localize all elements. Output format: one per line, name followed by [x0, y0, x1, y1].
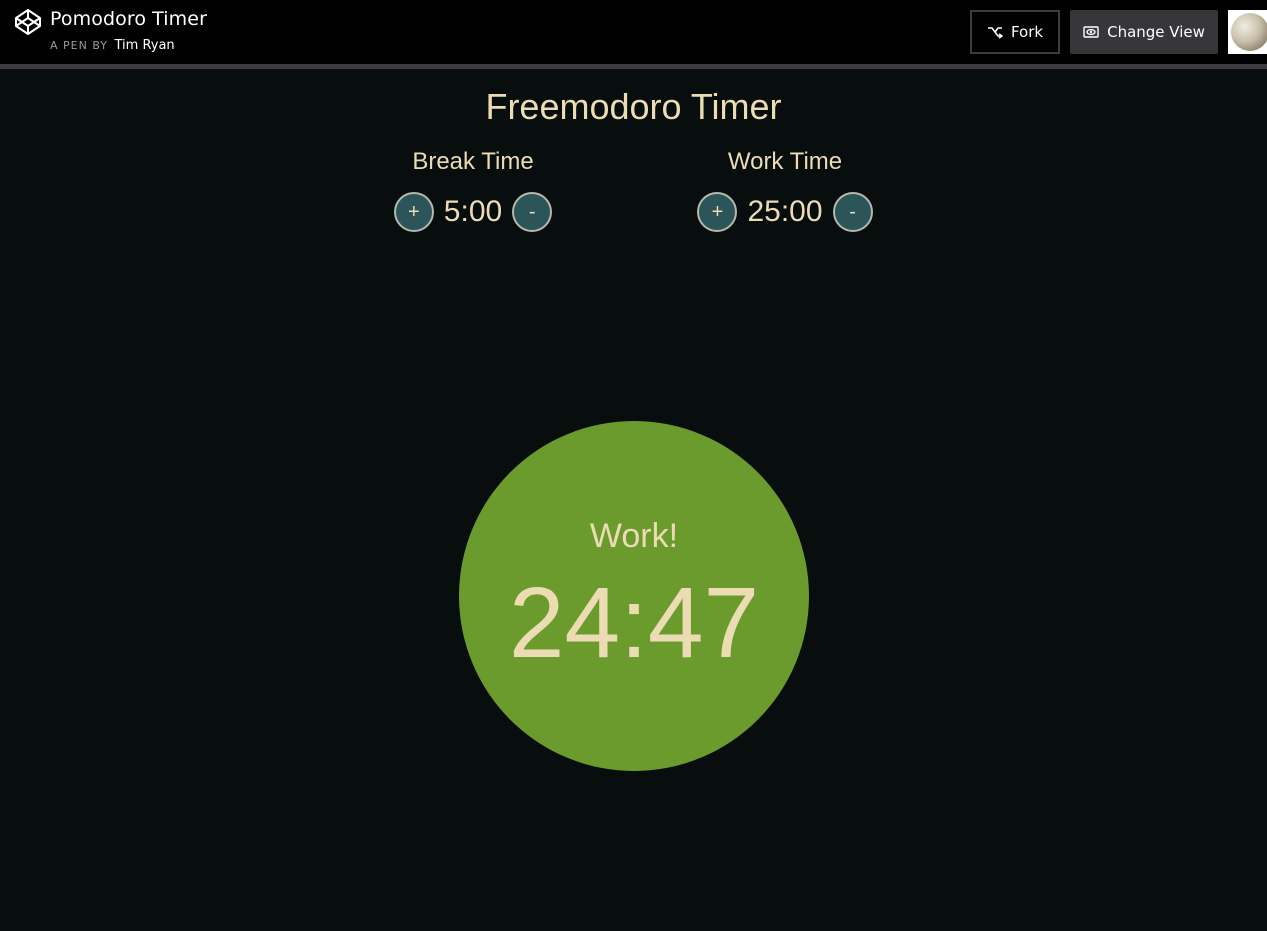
eye-icon: [1083, 26, 1099, 38]
change-view-button[interactable]: Change View: [1070, 10, 1218, 54]
work-decrease-button[interactable]: -: [832, 192, 873, 232]
timer-circle[interactable]: Work! 24:47: [459, 421, 809, 771]
avatar[interactable]: [1228, 10, 1267, 54]
fork-button[interactable]: Fork: [970, 10, 1060, 54]
pen-title[interactable]: Pomodoro Timer: [50, 8, 207, 30]
break-time-controls: + 5:00 -: [343, 192, 603, 232]
page-title: Freemodoro Timer: [485, 86, 782, 127]
work-time-label: Work Time: [727, 148, 843, 175]
work-time-value: 25:00: [747, 195, 823, 228]
break-decrease-button[interactable]: -: [512, 192, 553, 232]
timer-mode-label: Work!: [589, 517, 679, 555]
fork-icon: [987, 27, 1003, 39]
work-increase-button[interactable]: +: [697, 192, 738, 232]
codepen-header: Pomodoro Timer A PEN BY Tim Ryan Fork Ch…: [0, 0, 1267, 69]
pen-byline: A PEN BY Tim Ryan: [50, 38, 175, 53]
avatar-image: [1231, 13, 1267, 51]
break-increase-button[interactable]: +: [393, 192, 434, 232]
pen-by-label: A PEN BY: [50, 39, 108, 52]
pen-author-link[interactable]: Tim Ryan: [115, 38, 175, 53]
fork-button-label: Fork: [1010, 23, 1044, 41]
break-time-value: 5:00: [443, 195, 503, 228]
codepen-logo-icon[interactable]: [14, 8, 42, 36]
change-view-button-label: Change View: [1107, 23, 1205, 41]
break-time-setting: Break Time + 5:00 -: [343, 146, 603, 232]
timer-countdown: 24:47: [508, 567, 760, 679]
break-time-label: Break Time: [412, 148, 534, 175]
work-time-controls: + 25:00 -: [655, 192, 915, 232]
work-time-setting: Work Time + 25:00 -: [655, 146, 915, 232]
